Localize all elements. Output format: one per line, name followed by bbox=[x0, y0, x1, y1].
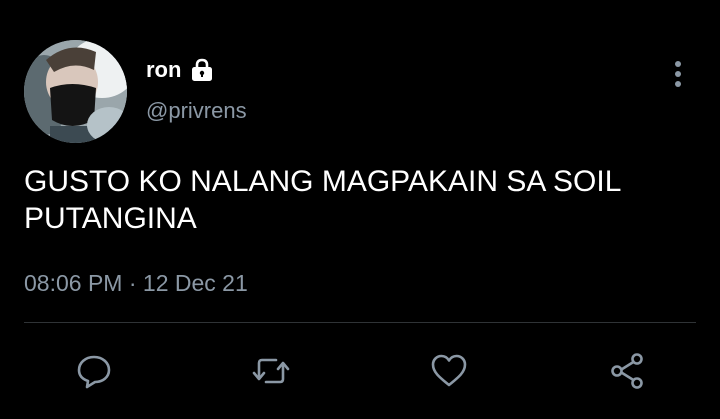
author-handle[interactable]: @privrens bbox=[146, 97, 247, 125]
reply-icon bbox=[77, 355, 111, 389]
tweet-text-line: GUSTO KO NALANG MAGPAKAIN SA SOIL bbox=[24, 165, 622, 198]
retweet-icon bbox=[252, 358, 290, 384]
divider bbox=[24, 322, 696, 323]
meta-separator: · bbox=[128, 270, 137, 296]
avatar[interactable] bbox=[24, 40, 127, 143]
tweet-text: GUSTO KO NALANG MAGPAKAIN SA SOIL PUTANG… bbox=[24, 163, 694, 237]
heart-icon bbox=[431, 354, 467, 387]
author-display-name[interactable]: ron bbox=[146, 56, 181, 84]
reply-button[interactable] bbox=[69, 346, 119, 396]
tweet-text-line: PUTANGINA bbox=[24, 202, 197, 235]
tweet-time[interactable]: 08:06 PM bbox=[24, 270, 122, 296]
tweet-timestamp: 08:06 PM · 12 Dec 21 bbox=[24, 268, 248, 298]
more-options-button[interactable] bbox=[664, 58, 692, 90]
like-button[interactable] bbox=[424, 346, 474, 396]
share-button[interactable] bbox=[602, 346, 652, 396]
more-vertical-icon bbox=[675, 61, 681, 87]
lock-icon bbox=[192, 58, 213, 81]
tweet-card: ron @privrens GUSTO KO NALANG MAGPAKAIN … bbox=[0, 0, 720, 419]
retweet-button[interactable] bbox=[246, 346, 296, 396]
avatar-photo bbox=[24, 40, 127, 143]
share-icon bbox=[611, 353, 643, 389]
tweet-actions-bar bbox=[0, 346, 720, 396]
author-name-row[interactable]: ron bbox=[146, 56, 215, 84]
tweet-date[interactable]: 12 Dec 21 bbox=[143, 270, 248, 296]
